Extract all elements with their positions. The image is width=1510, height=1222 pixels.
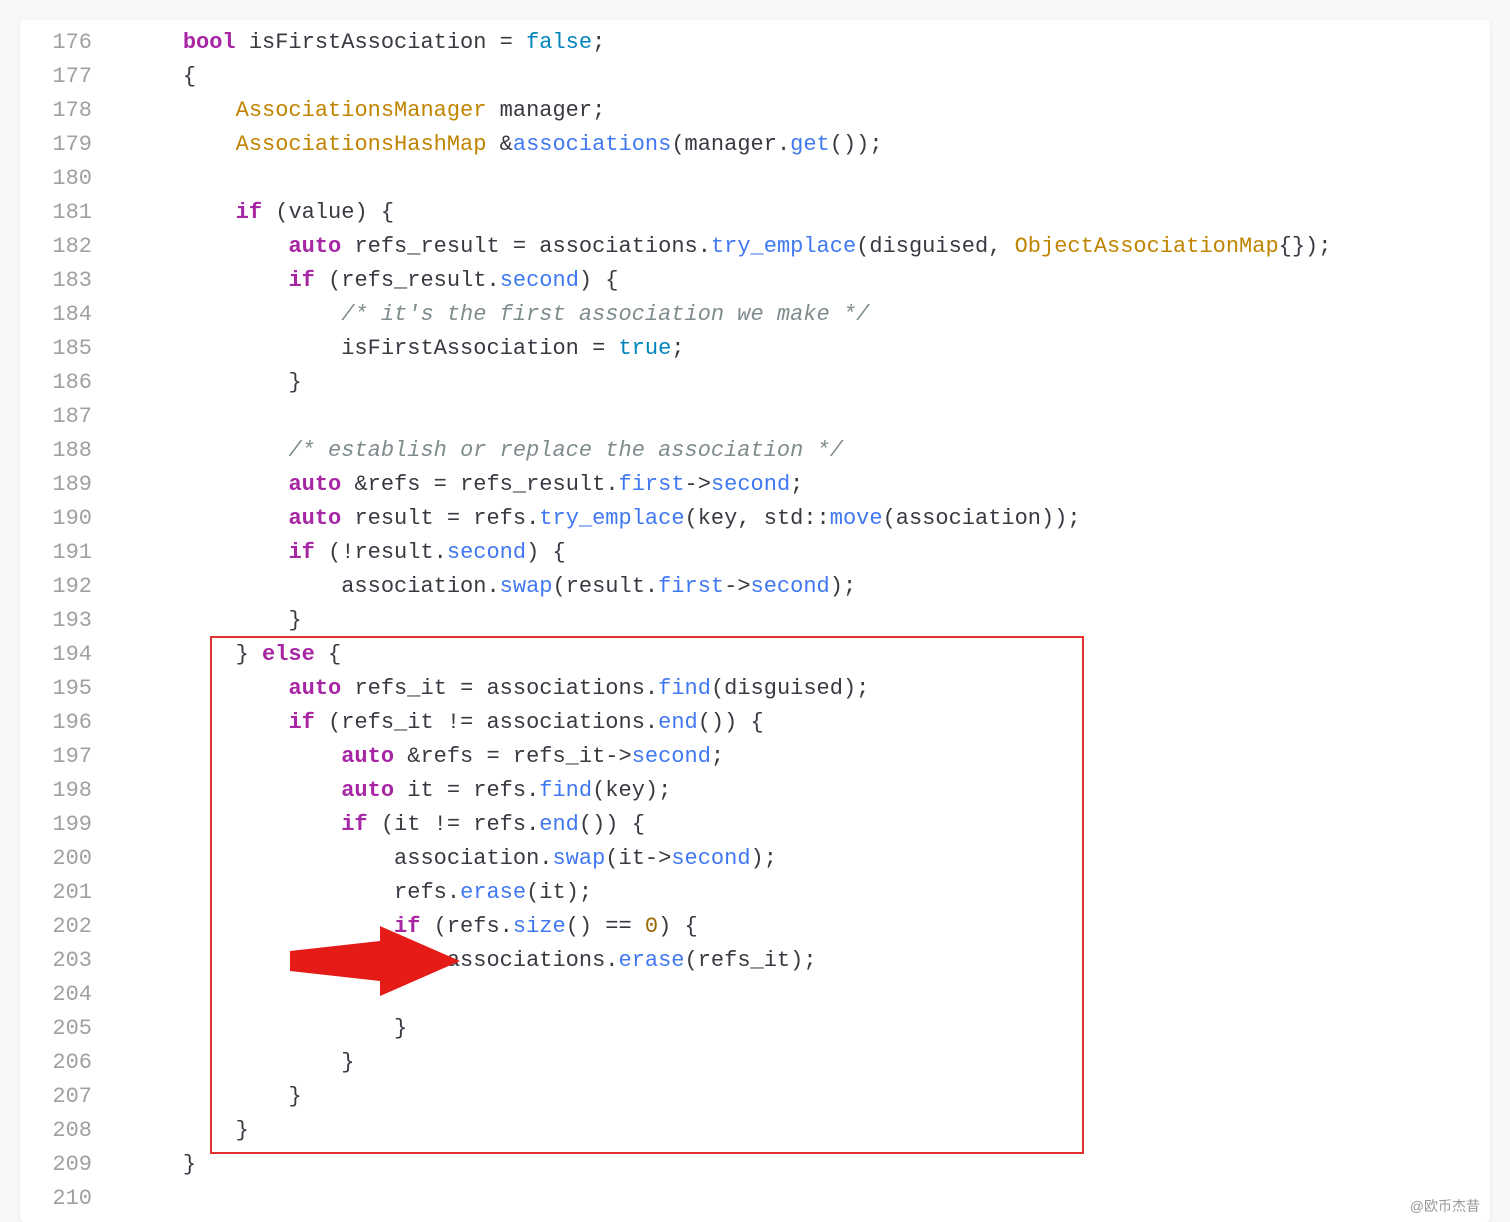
code-line: bool isFirstAssociation = false;: [130, 26, 1490, 60]
line-number: 181: [20, 196, 120, 230]
code-line: } else {: [130, 638, 1490, 672]
line-number: 177: [20, 60, 120, 94]
code-line: }: [130, 604, 1490, 638]
code-line: }: [130, 1148, 1490, 1182]
code-line: }: [130, 1046, 1490, 1080]
line-number: 186: [20, 366, 120, 400]
line-number: 208: [20, 1114, 120, 1148]
code-line: [130, 162, 1490, 196]
code-source: bool isFirstAssociation = false; { Assoc…: [120, 20, 1490, 1222]
line-number: 196: [20, 706, 120, 740]
code-line: }: [130, 366, 1490, 400]
line-number-gutter: 1761771781791801811821831841851861871881…: [20, 20, 120, 1222]
code-line: if (!result.second) {: [130, 536, 1490, 570]
line-number: 179: [20, 128, 120, 162]
code-line: }: [130, 1114, 1490, 1148]
code-line: auto &refs = refs_result.first->second;: [130, 468, 1490, 502]
code-line: if (refs_result.second) {: [130, 264, 1490, 298]
line-number: 201: [20, 876, 120, 910]
watermark-text: @欧币杰昔: [1410, 1196, 1480, 1216]
line-number: 183: [20, 264, 120, 298]
line-number: 194: [20, 638, 120, 672]
code-line: }: [130, 1012, 1490, 1046]
code-line: auto &refs = refs_it->second;: [130, 740, 1490, 774]
line-number: 207: [20, 1080, 120, 1114]
line-number: 189: [20, 468, 120, 502]
line-number: 195: [20, 672, 120, 706]
code-line: [130, 400, 1490, 434]
code-line: auto it = refs.find(key);: [130, 774, 1490, 808]
code-line: association.swap(it->second);: [130, 842, 1490, 876]
code-line: auto result = refs.try_emplace(key, std:…: [130, 502, 1490, 536]
code-line: association.swap(result.first->second);: [130, 570, 1490, 604]
code-line: AssociationsHashMap &associations(manage…: [130, 128, 1490, 162]
code-line: AssociationsManager manager;: [130, 94, 1490, 128]
line-number: 204: [20, 978, 120, 1012]
code-line: /* establish or replace the association …: [130, 434, 1490, 468]
code-line: if (value) {: [130, 196, 1490, 230]
arrow-icon: [290, 921, 460, 1001]
line-number: 206: [20, 1046, 120, 1080]
line-number: 209: [20, 1148, 120, 1182]
code-line: }: [130, 1080, 1490, 1114]
line-number: 210: [20, 1182, 120, 1216]
line-number: 199: [20, 808, 120, 842]
code-line: if (it != refs.end()) {: [130, 808, 1490, 842]
line-number: 202: [20, 910, 120, 944]
line-number: 200: [20, 842, 120, 876]
code-line: refs.erase(it);: [130, 876, 1490, 910]
line-number: 188: [20, 434, 120, 468]
line-number: 185: [20, 332, 120, 366]
code-line: {: [130, 60, 1490, 94]
code-card: 1761771781791801811821831841851861871881…: [20, 20, 1490, 1222]
code-line: /* it's the first association we make */: [130, 298, 1490, 332]
code-block: 1761771781791801811821831841851861871881…: [20, 20, 1490, 1222]
code-line: isFirstAssociation = true;: [130, 332, 1490, 366]
line-number: 203: [20, 944, 120, 978]
line-number: 205: [20, 1012, 120, 1046]
code-line: [130, 1182, 1490, 1216]
line-number: 178: [20, 94, 120, 128]
line-number: 198: [20, 774, 120, 808]
line-number: 176: [20, 26, 120, 60]
line-number: 192: [20, 570, 120, 604]
line-number: 184: [20, 298, 120, 332]
code-line: auto refs_result = associations.try_empl…: [130, 230, 1490, 264]
line-number: 187: [20, 400, 120, 434]
line-number: 180: [20, 162, 120, 196]
line-number: 193: [20, 604, 120, 638]
line-number: 191: [20, 536, 120, 570]
line-number: 182: [20, 230, 120, 264]
code-line: auto refs_it = associations.find(disguis…: [130, 672, 1490, 706]
line-number: 190: [20, 502, 120, 536]
line-number: 197: [20, 740, 120, 774]
code-line: if (refs_it != associations.end()) {: [130, 706, 1490, 740]
